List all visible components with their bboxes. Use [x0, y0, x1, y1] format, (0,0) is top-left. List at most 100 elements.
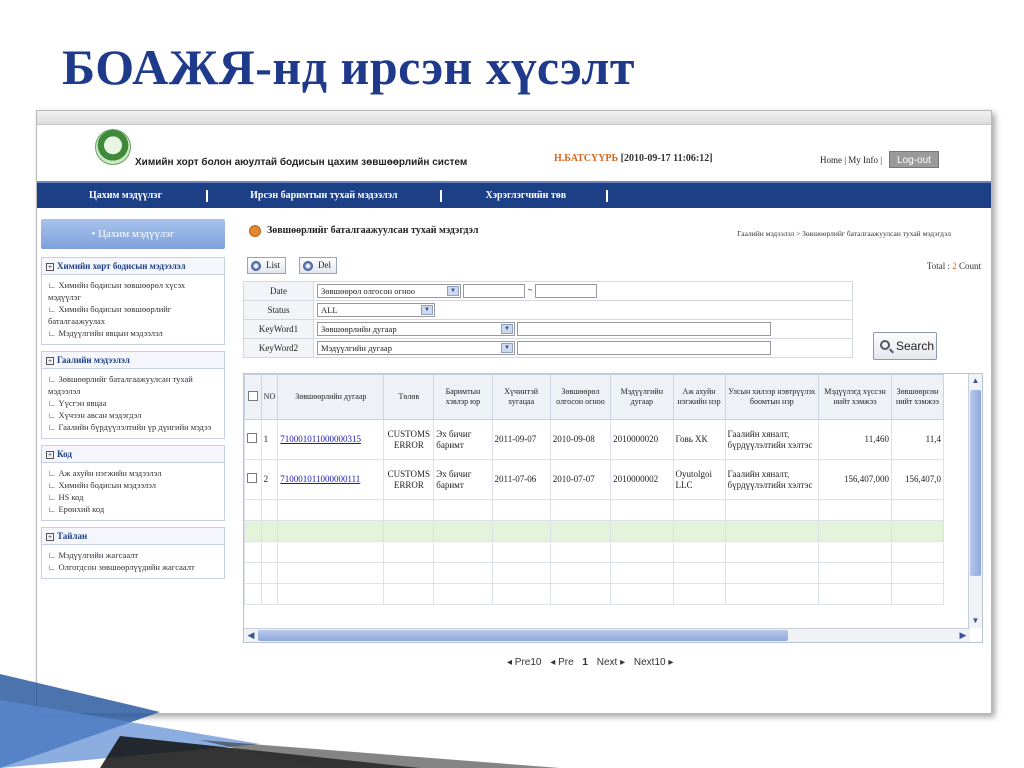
date-to-input[interactable]: [534, 284, 597, 298]
column-header: Аж ахуйн нэгжийн нэр: [672, 374, 726, 420]
empty-row: [244, 499, 945, 521]
scroll-up-icon[interactable]: ▲: [969, 374, 982, 388]
keyword2-select[interactable]: Мэдүүлгийн дугаар ▼: [317, 341, 515, 355]
date-from-input[interactable]: [463, 284, 526, 298]
keyword1-input[interactable]: [517, 322, 772, 336]
vertical-scrollbar[interactable]: ▲ ▼: [968, 374, 982, 628]
selected-empty-row[interactable]: [244, 520, 945, 542]
row-checkbox[interactable]: [247, 433, 257, 443]
table-row[interactable]: 2 710001011000000111 CUSTOMS ERROR Эх би…: [244, 459, 945, 500]
document-cell: Эх бичиг баримт: [433, 459, 493, 500]
status-cell: ALL ▼: [313, 300, 853, 320]
scroll-down-icon[interactable]: ▼: [969, 614, 982, 628]
nav-separator: [206, 189, 209, 202]
nav-item-received-documents[interactable]: Ирсэн баримтын тухай мэдээлэл: [250, 190, 397, 201]
column-header: Төлөв: [383, 374, 435, 420]
search-icon: [880, 340, 890, 350]
sidebar-item[interactable]: ∟ Аж ахуйн нэгжийн мэдээлэл: [48, 467, 220, 479]
company-cell: Oyutolgoi LLC: [672, 459, 726, 500]
sidebar-item[interactable]: ∟ Үүсгэн явцаа: [48, 397, 220, 409]
port-cell: Гаалийн хяналт, бүрдүүлэлтийн хэлтэс: [724, 419, 820, 460]
valid-until-cell: 2011-07-06: [491, 459, 551, 500]
permit-number-cell: 710001011000000315: [277, 419, 385, 460]
keyword1-label: KeyWord1: [243, 319, 314, 339]
declaration-number-cell: 2010000020: [610, 419, 674, 460]
list-button[interactable]: List: [247, 257, 287, 274]
sidebar-item[interactable]: ∟ Химийн бодисын мэдээлэл: [48, 479, 220, 491]
permit-number-cell: 710001011000000111: [277, 459, 385, 500]
delete-button[interactable]: Del: [299, 257, 337, 274]
horizontal-scroll-thumb[interactable]: [258, 630, 788, 641]
top-links[interactable]: Home | My Info |: [820, 155, 882, 165]
sidebar-item[interactable]: ∟ Химийн бодисын зөвшөөрлийг баталгаажуу…: [48, 303, 220, 327]
empty-row: [244, 562, 945, 584]
row-select-cell[interactable]: [244, 419, 262, 460]
sidebar-group-report[interactable]: + Тайлан: [41, 527, 225, 545]
permit-link[interactable]: 710001011000000111: [280, 474, 360, 484]
sidebar-item[interactable]: ∟ Ерөнхий код: [48, 503, 220, 515]
sidebar-item[interactable]: ∟ Олгогдсон зөвшөөрлүүдийн жагсаалт: [48, 561, 220, 573]
radio-icon: [303, 261, 313, 271]
keyword1-select[interactable]: Зөвшөөрлийн дугаар ▼: [317, 322, 515, 336]
column-header: Хүчинтэй хугацаа: [491, 374, 551, 420]
bullet-icon: [249, 225, 261, 237]
sidebar-group-body: ∟ Зөвшөөрлийг баталгаажуулсан тухай мэдэ…: [41, 369, 225, 439]
sidebar-item[interactable]: ∟ Химийн бодисын зөвшөөрөл хүсэх мэдүүлэ…: [48, 279, 220, 303]
search-button[interactable]: Search: [873, 332, 937, 360]
expand-icon: +: [46, 532, 54, 541]
row-select-cell[interactable]: [244, 459, 262, 500]
row-number: 2: [260, 459, 279, 500]
sidebar-item[interactable]: ∟ Мэдүүлгийн жагсаалт: [48, 549, 220, 561]
user-info: Н.БАТСҮҮРЬ [2010-09-17 11:06:12]: [554, 153, 713, 164]
chevron-down-icon: ▼: [421, 305, 433, 315]
search-form: Date Зөвшөөрөл олгосон огноо ▼ ~ Status A…: [243, 281, 853, 358]
results-table: NO Зөвшөөрлийн дугаар Төлөв Баримтын хэв…: [244, 374, 945, 605]
keyword2-input[interactable]: [517, 341, 772, 355]
select-all-cell[interactable]: [244, 374, 262, 420]
radio-icon: [251, 261, 261, 271]
main-content: Зөвшөөрлийг баталгаажуулсан тухай мэдэгд…: [243, 219, 991, 277]
sidebar-item[interactable]: ∟ Мэдүүлгийн явцын мэдээлэл: [48, 327, 220, 339]
date-cell: Зөвшөөрөл олгосон огноо ▼ ~: [313, 281, 853, 301]
permit-link[interactable]: 710001011000000315: [280, 434, 361, 444]
select-all-checkbox[interactable]: [247, 390, 258, 401]
scroll-left-icon[interactable]: ◀: [244, 629, 258, 642]
vertical-scroll-thumb[interactable]: [970, 390, 981, 576]
sidebar-item[interactable]: ∟ Хүчээн авсан мэдэгдэл: [48, 409, 220, 421]
status-label: Status: [243, 300, 314, 320]
row-checkbox[interactable]: [247, 473, 257, 483]
status-select[interactable]: ALL ▼: [317, 303, 435, 317]
page-header: Зөвшөөрлийг баталгаажуулсан тухай мэдэгд…: [243, 219, 991, 241]
login-timestamp: [2010-09-17 11:06:12]: [620, 153, 713, 164]
chevron-down-icon: ▼: [501, 324, 513, 334]
sidebar-group-chemical[interactable]: + Химийн хорт бодисын мэдээлэл: [41, 257, 225, 275]
keyword2-label: KeyWord2: [243, 338, 314, 358]
table-row[interactable]: 1 710001011000000315 CUSTOMS ERROR Эх би…: [244, 419, 945, 460]
sidebar-title[interactable]: • Цахим мэдүүлэг: [41, 219, 225, 249]
requested-amount-cell: 156,407,000: [818, 459, 892, 500]
scroll-right-icon[interactable]: ▶: [956, 629, 970, 642]
browser-strip: [37, 111, 991, 125]
date-separator: ~: [527, 285, 533, 296]
total-count: Total : 2 Count: [926, 261, 981, 271]
keyword1-cell: Зөвшөөрлийн дугаар ▼: [313, 319, 853, 339]
empty-row: [244, 541, 945, 563]
logout-button[interactable]: Log-out: [889, 151, 939, 168]
column-header: Мэдүүлгийн дугаар: [610, 374, 674, 420]
sidebar-item[interactable]: ∟ Гаалийн бүрдүүлэлтийн үр дүнгийн мэдээ: [48, 421, 220, 433]
slide-decoration: [0, 674, 560, 768]
nav-item-user-center[interactable]: Хэрэглэгчийн төв: [486, 190, 567, 201]
column-header: Зөвшөөрсөн нийт хэмжээ: [890, 374, 945, 420]
nav-separator: [439, 189, 442, 202]
sidebar-group-code[interactable]: + Код: [41, 445, 225, 463]
table-header-row: NO Зөвшөөрлийн дугаар Төлөв Баримтын хэв…: [244, 374, 945, 420]
nav-item-e-declaration[interactable]: Цахим мэдүүлэг: [89, 190, 162, 201]
declaration-number-cell: 2010000002: [610, 459, 674, 500]
sidebar-item[interactable]: ∟ Зөвшөөрлийг баталгаажуулсан тухай мэдэ…: [48, 373, 220, 397]
sidebar: • Цахим мэдүүлэг + Химийн хорт бодисын мэ…: [41, 219, 225, 585]
sidebar-item[interactable]: ∟ HS код: [48, 491, 220, 503]
date-type-select[interactable]: Зөвшөөрөл олгосон огноо ▼: [317, 284, 461, 298]
sidebar-group-customs[interactable]: + Гаалийн мэдээлэл: [41, 351, 225, 369]
horizontal-scrollbar[interactable]: ◀ ▶: [244, 628, 970, 642]
column-header: Мэдүүлэгд хүссэн нийт хэмжээ: [818, 374, 892, 420]
